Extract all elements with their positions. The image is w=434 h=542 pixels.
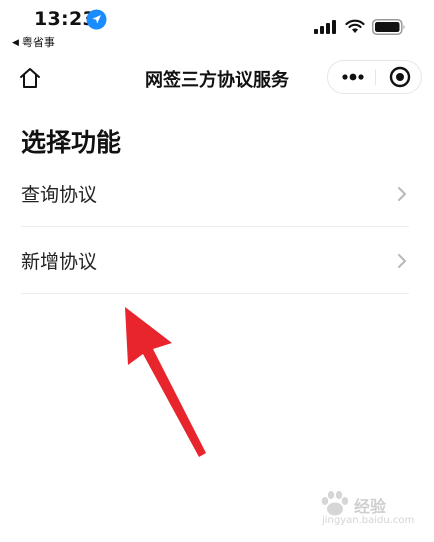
close-miniprogram-icon[interactable] bbox=[376, 61, 422, 93]
wifi-icon bbox=[345, 19, 365, 33]
back-app-label: 粤省事 bbox=[21, 36, 55, 49]
miniprogram-capsule bbox=[327, 60, 422, 94]
list-item-label: 新增协议 bbox=[21, 251, 98, 273]
red-annotation-arrow bbox=[125, 307, 206, 457]
watermark: 经验 jingyan.baidu.com bbox=[318, 487, 418, 531]
watermark-text: 经验 bbox=[354, 497, 387, 516]
section-title: 选择功能 bbox=[21, 128, 122, 157]
watermark-subtext: jingyan.baidu.com bbox=[322, 515, 415, 526]
back-triangle-icon: ◀ bbox=[12, 38, 19, 48]
list-item-query-agreement[interactable]: 查询协议 bbox=[21, 160, 409, 227]
list-item-add-agreement[interactable]: 新增协议 bbox=[21, 227, 409, 294]
chevron-right-icon bbox=[398, 254, 406, 268]
chevron-right-icon bbox=[398, 187, 406, 201]
function-list: 查询协议 新增协议 bbox=[21, 160, 409, 294]
status-bar: 13:23 ◀ 粤省事 bbox=[0, 0, 434, 54]
back-to-app-link[interactable]: ◀ 粤省事 bbox=[12, 34, 55, 50]
battery-icon bbox=[372, 19, 405, 35]
cellular-signal-icon bbox=[314, 20, 336, 34]
baidu-paw-icon bbox=[321, 491, 349, 516]
more-dots-icon[interactable] bbox=[328, 61, 375, 93]
navigation-bar: 网签三方协议服务 bbox=[0, 54, 434, 100]
location-arrow-icon bbox=[86, 9, 107, 30]
list-item-label: 查询协议 bbox=[21, 184, 98, 206]
